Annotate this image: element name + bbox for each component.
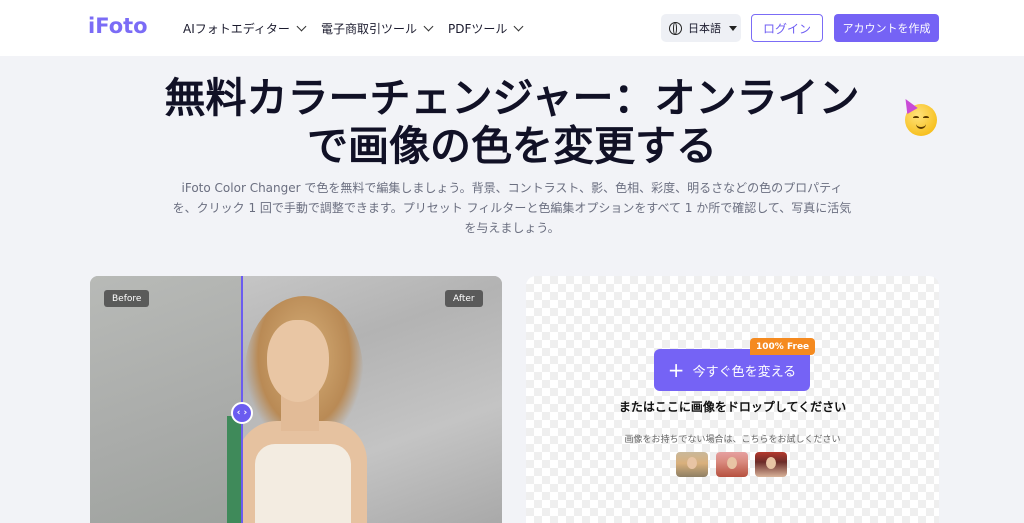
language-label: 日本語 xyxy=(688,22,721,35)
before-side xyxy=(90,276,242,523)
subtitle-line-3: を与えましょう。 xyxy=(464,221,560,235)
before-label: Before xyxy=(104,290,150,307)
sample-image-1[interactable] xyxy=(676,452,708,477)
sample-image-3[interactable] xyxy=(755,452,787,477)
title-line-2: で画像の色を変更する xyxy=(307,122,717,170)
page-subtitle: iFoto Color Changer で色を無料で編集しましょう。背景、コント… xyxy=(155,178,869,238)
free-badge: 100% Free xyxy=(750,338,816,355)
upload-dropzone[interactable]: + 今すぐ色を変える 100% Free またはここに画像をドロップしてください… xyxy=(526,276,939,523)
subtitle-line-2: を、クリック 1 回で手動で調整できます。プリセット フィルターと色編集オプショ… xyxy=(172,201,852,215)
try-sample-text: 画像をお持ちでない場合は、こちらをお試しください xyxy=(624,435,841,445)
comparison-divider[interactable] xyxy=(241,276,243,523)
globe-icon xyxy=(669,21,682,35)
nav-label: 電子商取引ツール xyxy=(321,22,418,36)
chevron-down-icon xyxy=(296,21,307,32)
title-line-1: 無料カラーチェンジャー：オンライン xyxy=(164,74,860,122)
sample-image-2[interactable] xyxy=(716,452,748,477)
chevron-down-icon xyxy=(423,21,434,32)
nav-label: AIフォトエディター xyxy=(183,22,290,36)
party-face-emoji-icon xyxy=(900,95,937,136)
subtitle-line-1: iFoto Color Changer で色を無料で編集しましょう。背景、コント… xyxy=(181,181,843,195)
change-color-now-button[interactable]: + 今すぐ色を変える xyxy=(654,349,810,391)
nav-ecommerce-tools[interactable]: 電子商取引ツール xyxy=(321,20,434,37)
page-title: 無料カラーチェンジャー：オンライン で画像の色を変更する xyxy=(0,74,1024,170)
plus-icon: + xyxy=(667,358,685,382)
create-account-button[interactable]: アカウントを作成 xyxy=(834,14,939,42)
white-tank-top xyxy=(255,444,351,523)
after-label: After xyxy=(445,290,483,307)
nav-ai-photo-editor[interactable]: AIフォトエディター xyxy=(183,20,307,37)
nav-pdf-tools[interactable]: PDFツール xyxy=(448,20,524,37)
caret-down-icon xyxy=(729,25,737,31)
woman-face xyxy=(267,320,329,402)
drag-handle-icon[interactable]: ‹ › xyxy=(231,402,253,424)
language-selector[interactable]: 日本語 xyxy=(661,14,741,42)
chevron-down-icon xyxy=(513,21,524,32)
drop-image-text: またはここに画像をドロップしてください xyxy=(618,400,847,414)
site-header: iFoto AIフォトエディター 電子商取引ツール PDFツール 日本語 ログイ… xyxy=(0,0,1024,56)
nav-label: PDFツール xyxy=(448,22,508,36)
before-after-comparison[interactable]: ‹ › Before After xyxy=(90,276,502,523)
cta-label: 今すぐ色を変える xyxy=(692,364,797,380)
login-button[interactable]: ログイン xyxy=(751,14,823,42)
ifoto-logo[interactable]: iFoto xyxy=(88,14,148,38)
